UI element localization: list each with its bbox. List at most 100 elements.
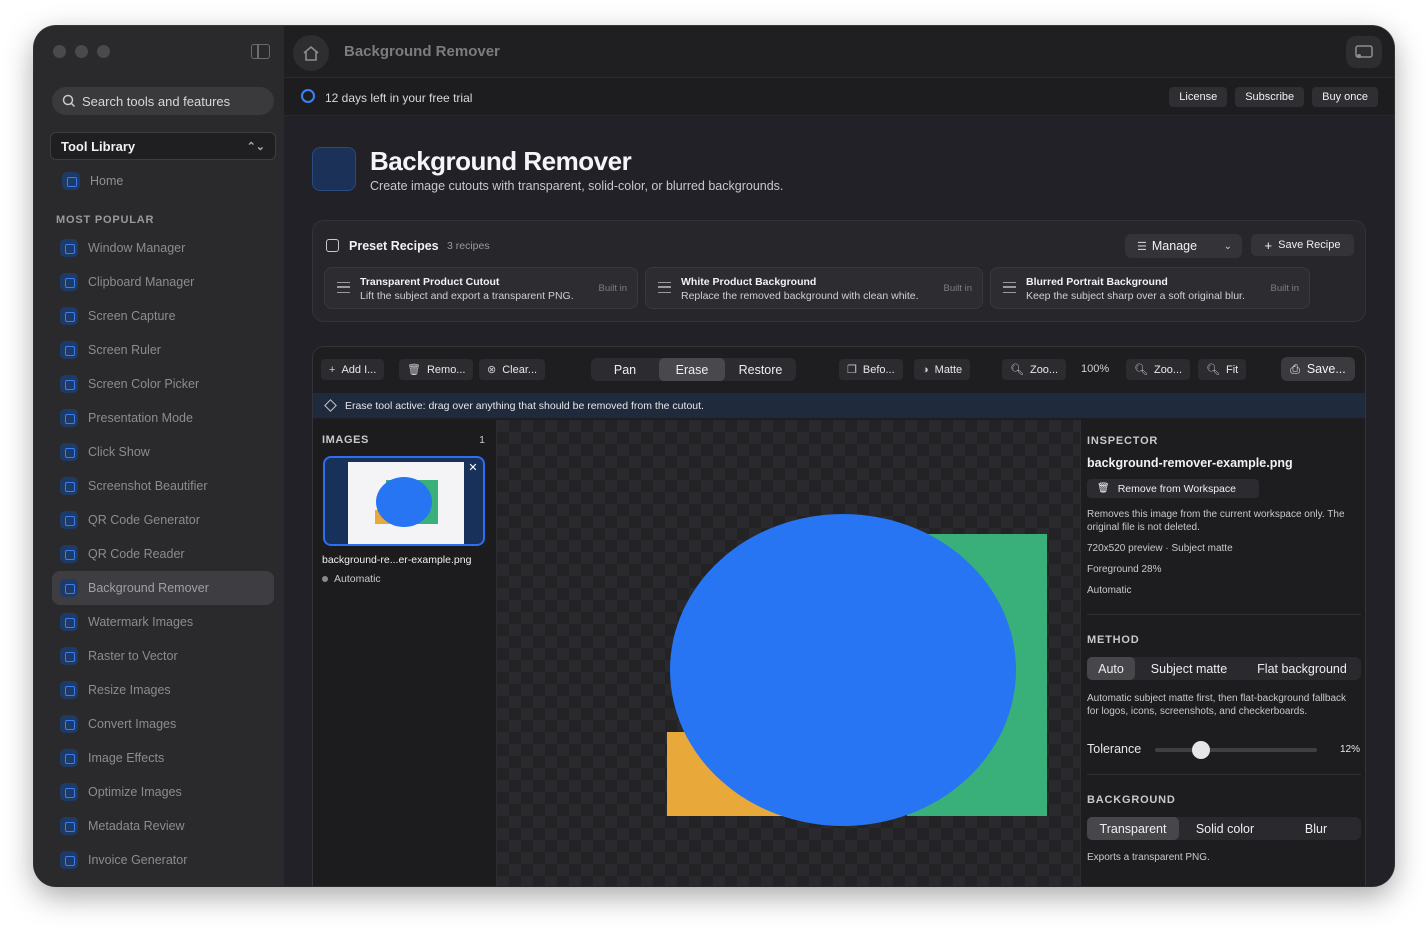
house-icon: [303, 45, 319, 61]
remove-button[interactable]: 🗑 Remo...: [399, 359, 474, 380]
background-transparent[interactable]: Transparent: [1087, 817, 1179, 840]
sidebar-item-label: Window Manager: [88, 241, 186, 255]
recipe-card[interactable]: White Product Background Replace the rem…: [645, 267, 983, 309]
cast-button[interactable]: [1346, 36, 1382, 68]
sidebar-item[interactable]: Resize Images: [52, 673, 274, 707]
sidebar-list: Window Manager Clipboard Manager Screen Ca…: [52, 231, 274, 877]
title-bar: Background Remover: [284, 26, 1394, 78]
recipe-name: Transparent Product Cutout: [360, 276, 500, 288]
save-label: Save...: [1306, 362, 1346, 376]
mode-restore[interactable]: Restore: [725, 358, 796, 381]
sidebar-toggle-icon[interactable]: [251, 44, 270, 59]
fit-button[interactable]: 🔍︎ Fit: [1198, 359, 1247, 380]
resize-icon: [60, 681, 78, 699]
background-blur[interactable]: Blur: [1271, 817, 1361, 840]
foreground-info: Foreground 28%: [1087, 564, 1162, 575]
mode-erase[interactable]: Erase: [659, 358, 725, 381]
sidebar-item[interactable]: QR Code Generator: [52, 503, 274, 537]
sidebar-item[interactable]: Invoice Generator: [52, 843, 274, 877]
image-status: Automatic: [322, 573, 381, 585]
tool-library-select[interactable]: Tool Library ⌃⌄: [50, 132, 276, 160]
home-button[interactable]: [293, 35, 329, 71]
manage-dropdown[interactable]: ☰ Manage ⌄: [1125, 234, 1242, 258]
sidebar-item-label: Screen Capture: [88, 309, 176, 323]
editor-canvas[interactable]: [497, 420, 1080, 886]
sidebar-item[interactable]: Image Effects: [52, 741, 274, 775]
recipe-card[interactable]: Transparent Product Cutout Lift the subj…: [324, 267, 638, 309]
remove-note: Removes this image from the current work…: [1087, 509, 1345, 533]
remove-label: Remo...: [426, 363, 466, 376]
subscribe-button[interactable]: Subscribe: [1235, 87, 1305, 107]
remove-from-workspace-button[interactable]: 🗑 Remove from Workspace: [1087, 479, 1259, 498]
save-recipe-button[interactable]: + Save Recipe: [1251, 234, 1354, 256]
before-after-button[interactable]: ❐ Befo...: [839, 359, 903, 380]
matte-label: Matte: [934, 363, 963, 376]
clear-button[interactable]: ⊗ Clear...: [479, 359, 546, 380]
tolerance-slider[interactable]: [1155, 748, 1317, 752]
sidebar-item[interactable]: Watermark Images: [52, 605, 274, 639]
sidebar-item-label: Resize Images: [88, 683, 171, 697]
sidebar-item[interactable]: Click Show: [52, 435, 274, 469]
method-auto[interactable]: Auto: [1087, 657, 1135, 680]
zoom-in-button[interactable]: 🔍︎ Zoo...: [1126, 359, 1191, 380]
method-subject-matte[interactable]: Subject matte: [1135, 657, 1243, 680]
trial-text: 12 days left in your free trial: [325, 91, 473, 105]
sidebar-item[interactable]: Clipboard Manager: [52, 265, 274, 299]
add-images-button[interactable]: + Add I...: [321, 359, 385, 380]
license-button[interactable]: License: [1169, 87, 1228, 107]
zoom-in-icon: 🔍︎: [1134, 364, 1148, 376]
buy-once-button[interactable]: Buy once: [1312, 87, 1378, 107]
built-in-badge: Built in: [1270, 283, 1299, 294]
sidebar-item[interactable]: Screen Capture: [52, 299, 274, 333]
save-button[interactable]: ⎙ Save...: [1281, 357, 1355, 381]
sidebar-item[interactable]: Optimize Images: [52, 775, 274, 809]
sidebar-item[interactable]: Presentation Mode: [52, 401, 274, 435]
mode-pan[interactable]: Pan: [591, 358, 659, 381]
optimize-icon: [60, 783, 78, 801]
sidebar-item[interactable]: Screen Color Picker: [52, 367, 274, 401]
tolerance-value: 12%: [1339, 744, 1360, 755]
matte-button[interactable]: ◑ Matte: [914, 359, 971, 380]
sidebar-item-label: Watermark Images: [88, 615, 194, 629]
sidebar-item[interactable]: Background Remover: [52, 571, 274, 605]
sidebar-item[interactable]: Raster to Vector: [52, 639, 274, 673]
zoom-window-button[interactable]: [97, 45, 110, 58]
inspector-panel: INSPECTOR background-remover-example.png…: [1080, 420, 1365, 886]
image-thumbnail[interactable]: ✕: [323, 456, 485, 546]
tool-library-label: Tool Library: [61, 138, 136, 154]
click-icon: [60, 443, 78, 461]
zoom-out-button[interactable]: 🔍︎ Zoo...: [1002, 359, 1067, 380]
clipboard-icon: [60, 273, 78, 291]
inspector-title: INSPECTOR: [1087, 435, 1159, 447]
method-note: Automatic subject matte first, then flat…: [1087, 693, 1347, 717]
tolerance-slider-knob[interactable]: [1191, 741, 1210, 759]
convert-icon: [60, 715, 78, 733]
app-window: Tool Library ⌃⌄ Home MOST POPULAR Window…: [34, 26, 1394, 886]
sidebar-item[interactable]: Metadata Review: [52, 809, 274, 843]
sidebar-item-label: Raster to Vector: [88, 649, 178, 663]
sidebar-item[interactable]: Screenshot Beautifier: [52, 469, 274, 503]
ruler-icon: [60, 341, 78, 359]
method-flat-background[interactable]: Flat background: [1243, 657, 1361, 680]
recipe-card[interactable]: Blurred Portrait Background Keep the sub…: [990, 267, 1310, 309]
page-subtitle: Create image cutouts with transparent, s…: [370, 179, 784, 193]
sliders-icon: [337, 282, 350, 293]
images-panel: IMAGES 1 ✕ background-re...er-example.pn…: [313, 420, 497, 886]
search-input[interactable]: [82, 93, 262, 109]
method-control: Auto Subject matte Flat background: [1087, 657, 1361, 680]
background-remover-icon: [60, 579, 78, 597]
search-field[interactable]: [52, 87, 274, 115]
sidebar-item[interactable]: Window Manager: [52, 231, 274, 265]
close-icon[interactable]: ✕: [466, 461, 480, 475]
sidebar-item-label: Click Show: [88, 445, 150, 459]
close-window-button[interactable]: [53, 45, 66, 58]
export-icon: ⎙: [1290, 361, 1300, 376]
minimize-window-button[interactable]: [75, 45, 88, 58]
trial-actions: License Subscribe Buy once: [1169, 87, 1378, 107]
sidebar-item[interactable]: QR Code Reader: [52, 537, 274, 571]
sidebar-item[interactable]: Convert Images: [52, 707, 274, 741]
background-solid-color[interactable]: Solid color: [1179, 817, 1271, 840]
sidebar-item[interactable]: Screen Ruler: [52, 333, 274, 367]
app-logo-icon: [312, 147, 356, 191]
sidebar-item-home[interactable]: Home: [52, 167, 274, 195]
